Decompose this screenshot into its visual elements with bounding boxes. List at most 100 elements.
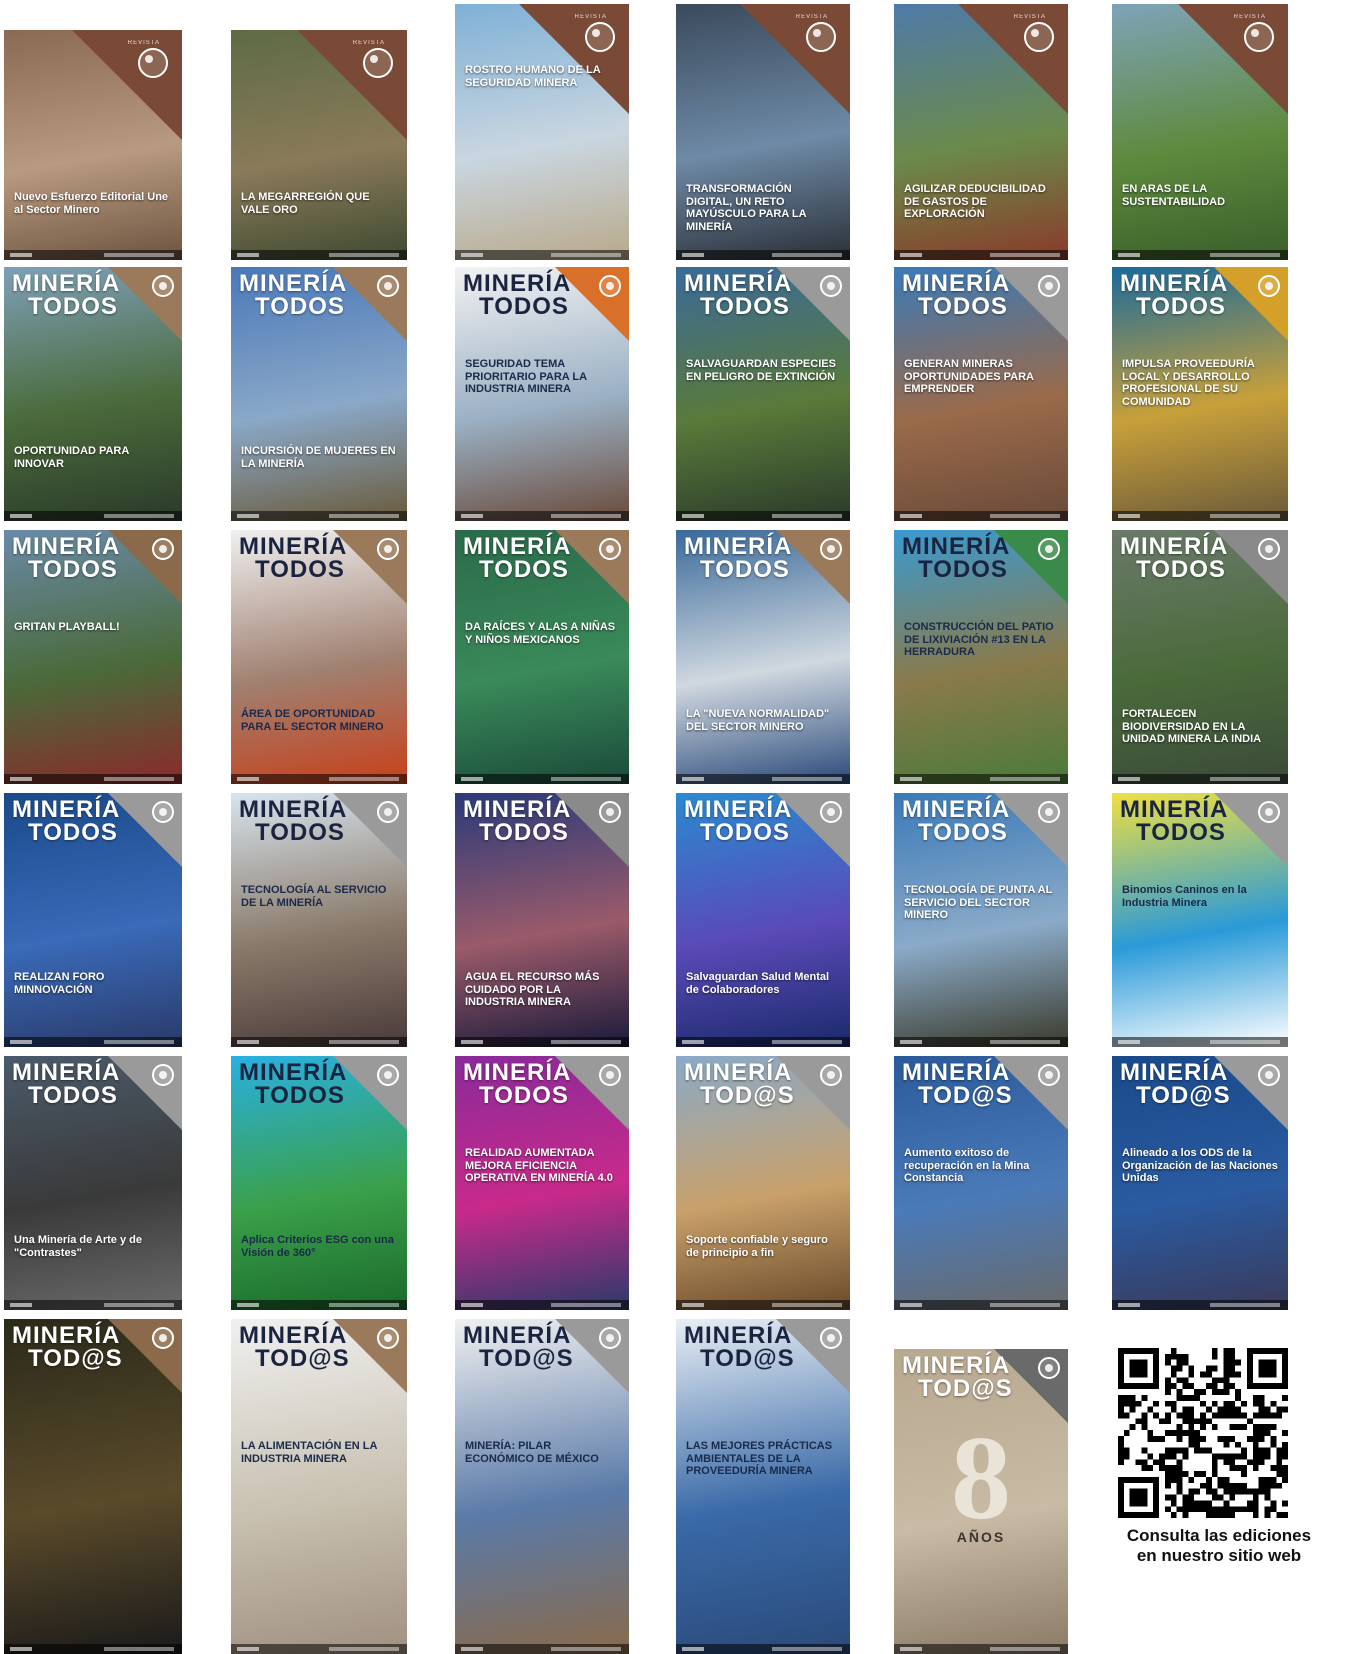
cover-footer-bar [894, 1644, 1068, 1654]
masthead-line2: TODOS [255, 1081, 345, 1109]
magazine-cover-c26[interactable]: MINERÍA TODOS Aplica Criterios ESG con una… [231, 1056, 407, 1310]
cluster-seal-icon [377, 1064, 399, 1086]
magazine-cover-c18[interactable]: MINERÍA TODOS FORTALECEN BIODIVERSIDAD EN … [1112, 530, 1288, 784]
magazine-cover-c17[interactable]: MINERÍA TODOS CONSTRUCCIÓN DEL PATIO DE LI… [894, 530, 1068, 784]
cluster-seal-icon [820, 801, 842, 823]
cover-headline: LA "NUEVA NORMALIDAD" DEL SECTOR MINERO [686, 708, 830, 733]
magazine-cover-c25[interactable]: MINERÍA TODOS Una Minería de Arte y de "Co… [4, 1056, 182, 1310]
cluster-seal-icon [1244, 22, 1274, 52]
magazine-cover-c23[interactable]: MINERÍA TODOS TECNOLOGÍA DE PUNTA AL SERVI… [894, 793, 1068, 1047]
cover-top-label: REVISTA [1013, 14, 1046, 20]
magazine-cover-c29[interactable]: MINERÍA TOD@S Aumento exitoso de recuperac… [894, 1056, 1068, 1310]
qr-caption: Consulta las ediciones en nuestro sitio … [1080, 1526, 1358, 1567]
cluster-seal-icon [152, 275, 174, 297]
magazine-cover-c16[interactable]: MINERÍA TODOS LA "NUEVA NORMALIDAD" DEL SE… [676, 530, 850, 784]
cover-footer-bar [4, 1300, 182, 1310]
cover-masthead: MINERÍA TOD@S [684, 1324, 795, 1371]
cluster-seal-icon [152, 801, 174, 823]
cover-masthead: MINERÍA TODOS [902, 272, 1010, 320]
magazine-cover-c09[interactable]: MINERÍA TODOS SEGURIDAD TEMA PRIORITARIO P… [455, 267, 629, 521]
magazine-cover-c34[interactable]: MINERÍA TOD@S LAS MEJORES PRÁCTICAS AMBIEN… [676, 1319, 850, 1654]
cover-footer-bar [676, 511, 850, 521]
magazine-cover-c20[interactable]: MINERÍA TODOS TECNOLOGÍA AL SERVICIO DE LA… [231, 793, 407, 1047]
cover-masthead: MINERÍA TODOS [1120, 272, 1228, 319]
magazine-cover-c07[interactable]: MINERÍA TODOS OPORTUNIDAD PARA INNOVAR [4, 267, 182, 521]
magazine-cover-c14[interactable]: MINERÍA TODOS ÁREA DE OPORTUNIDAD PARA EL … [231, 530, 407, 784]
cover-footer-bar [676, 1037, 850, 1047]
cover-masthead: MINERÍA TODOS [684, 272, 792, 319]
cover-footer-bar [894, 774, 1068, 784]
cover-masthead: MINERÍA TODOS [1120, 535, 1228, 582]
cover-footer-bar [676, 1300, 850, 1310]
cluster-seal-icon [152, 1064, 174, 1086]
cover-footer-bar [231, 1300, 407, 1310]
cover-footer-bar [894, 511, 1068, 521]
magazine-cover-c15[interactable]: MINERÍA TODOS DA RAÍCES Y ALAS A NIÑAS Y N… [455, 530, 629, 784]
cover-footer-bar [1112, 250, 1288, 260]
cover-masthead: MINERÍA TODOS [463, 272, 571, 320]
cover-headline: TECNOLOGÍA AL SERVICIO DE LA MINERÍA [241, 884, 387, 909]
magazine-cover-c02[interactable]: REVISTA LA MEGARREGIÓN QUE VALE ORO [231, 30, 407, 260]
cover-headline: EN ARAS DE LA SUSTENTABILIDAD [1122, 183, 1226, 208]
cluster-seal-icon [1258, 1064, 1280, 1086]
magazine-cover-c30[interactable]: MINERÍA TOD@S Alineado a los ODS de la Org… [1112, 1056, 1288, 1310]
cluster-seal-icon [377, 538, 399, 560]
magazine-cover-c04[interactable]: REVISTA TRANSFORMACIÓN DIGITAL, UN RETO M… [676, 4, 850, 260]
masthead-line2: TODOS [918, 292, 1008, 320]
magazine-cover-c10[interactable]: MINERÍA TODOS SALVAGUARDAN ESPECIES EN PEL… [676, 267, 850, 521]
cover-headline: CONSTRUCCIÓN DEL PATIO DE LIXIVIACIÓN #1… [904, 621, 1054, 659]
magazine-cover-c27[interactable]: MINERÍA TODOS REALIDAD AUMENTADA MEJORA EF… [455, 1056, 629, 1310]
qr-caption-line2: en nuestro sitio web [1136, 1546, 1302, 1566]
magazine-cover-c24[interactable]: MINERÍA TODOS Binomios Caninos en la Indus… [1112, 793, 1288, 1047]
magazine-cover-c11[interactable]: MINERÍA TODOS GENERAN MINERAS OPORTUNIDADE… [894, 267, 1068, 521]
magazine-cover-c22[interactable]: MINERÍA TODOS Salvaguardan Salud Mental de… [676, 793, 850, 1047]
cover-footer-bar [4, 1644, 182, 1654]
cover-masthead: MINERÍA TODOS [463, 798, 571, 845]
cover-footer-bar [1112, 511, 1288, 521]
cover-headline: IMPULSA PROVEEDURÍA LOCAL Y DESARROLLO P… [1122, 358, 1255, 408]
cover-footer-bar [4, 1037, 182, 1047]
magazine-cover-c32[interactable]: MINERÍA TOD@S LA ALIMENTACIÓN EN LA INDUST… [231, 1319, 407, 1654]
cover-footer-bar [4, 774, 182, 784]
masthead-line2: TODOS [479, 555, 569, 583]
masthead-line2: TOD@S [918, 1374, 1013, 1402]
magazine-cover-c21[interactable]: MINERÍA TODOS AGUA EL RECURSO MÁS CUIDADO … [455, 793, 629, 1047]
magazine-cover-c28[interactable]: MINERÍA TOD@S Soporte confiable y seguro d… [676, 1056, 850, 1310]
cover-headline: LAS MEJORES PRÁCTICAS AMBIENTALES DE LA … [686, 1440, 833, 1478]
cover-headline: Soporte confiable y seguro de principio … [686, 1234, 828, 1259]
cover-headline: TRANSFORMACIÓN DIGITAL, UN RETO MAYÚSCUL… [686, 183, 807, 233]
cluster-seal-icon [1024, 22, 1054, 52]
magazine-cover-c35[interactable]: MINERÍA TOD@S 8 AÑOS [894, 1349, 1068, 1654]
masthead-line2: TODOS [918, 555, 1008, 583]
cluster-seal-icon [377, 275, 399, 297]
cover-headline: ÁREA DE OPORTUNIDAD PARA EL SECTOR MINER… [241, 708, 384, 733]
magazine-cover-c01[interactable]: REVISTA Nuevo Esfuerzo Editorial Une al S… [4, 30, 182, 260]
cover-footer-bar [4, 250, 182, 260]
magazine-cover-c05[interactable]: REVISTA AGILIZAR DEDUCIBILIDAD DE GASTOS … [894, 4, 1068, 260]
masthead-line2: TODOS [479, 292, 569, 320]
qr-caption-line1: Consulta las ediciones [1126, 1526, 1312, 1545]
anniversary-number: 8 [951, 1411, 1011, 1544]
magazine-cover-c03[interactable]: REVISTA ROSTRO HUMANO DE LA SEGURIDAD MIN… [455, 4, 629, 260]
cover-masthead: MINERÍA TODOS [12, 798, 120, 845]
cover-footer-bar [894, 1300, 1068, 1310]
cluster-seal-icon [599, 538, 621, 560]
magazine-cover-c06[interactable]: REVISTA EN ARAS DE LA SUSTENTABILIDAD [1112, 4, 1288, 260]
cluster-seal-icon [1038, 538, 1060, 560]
cover-top-label: REVISTA [795, 14, 828, 20]
magazine-cover-c13[interactable]: MINERÍA TODOS GRITAN PLAYBALL! [4, 530, 182, 784]
cover-headline: LA ALIMENTACIÓN EN LA INDUSTRIA MINERA [241, 1440, 378, 1465]
masthead-line2: TOD@S [918, 1081, 1013, 1109]
qr-code[interactable] [1118, 1348, 1288, 1518]
cluster-seal-icon [820, 538, 842, 560]
cover-masthead: MINERÍA TOD@S [902, 1061, 1013, 1109]
masthead-line2: TODOS [700, 818, 790, 846]
magazine-cover-c31[interactable]: MINERÍA TOD@S [4, 1319, 182, 1654]
cover-footer-bar [1112, 1300, 1288, 1310]
cluster-seal-icon [152, 1327, 174, 1349]
magazine-cover-c33[interactable]: MINERÍA TOD@S MINERÍA: PILAR ECONÓMICO DE … [455, 1319, 629, 1654]
magazine-cover-c08[interactable]: MINERÍA TODOS INCURSIÓN DE MUJERES EN LA M… [231, 267, 407, 521]
magazine-cover-c12[interactable]: MINERÍA TODOS IMPULSA PROVEEDURÍA LOCAL Y … [1112, 267, 1288, 521]
cover-headline: ROSTRO HUMANO DE LA SEGURIDAD MINERA [465, 64, 601, 89]
magazine-cover-c19[interactable]: MINERÍA TODOS REALIZAN FORO MINNOVACIÓN [4, 793, 182, 1047]
